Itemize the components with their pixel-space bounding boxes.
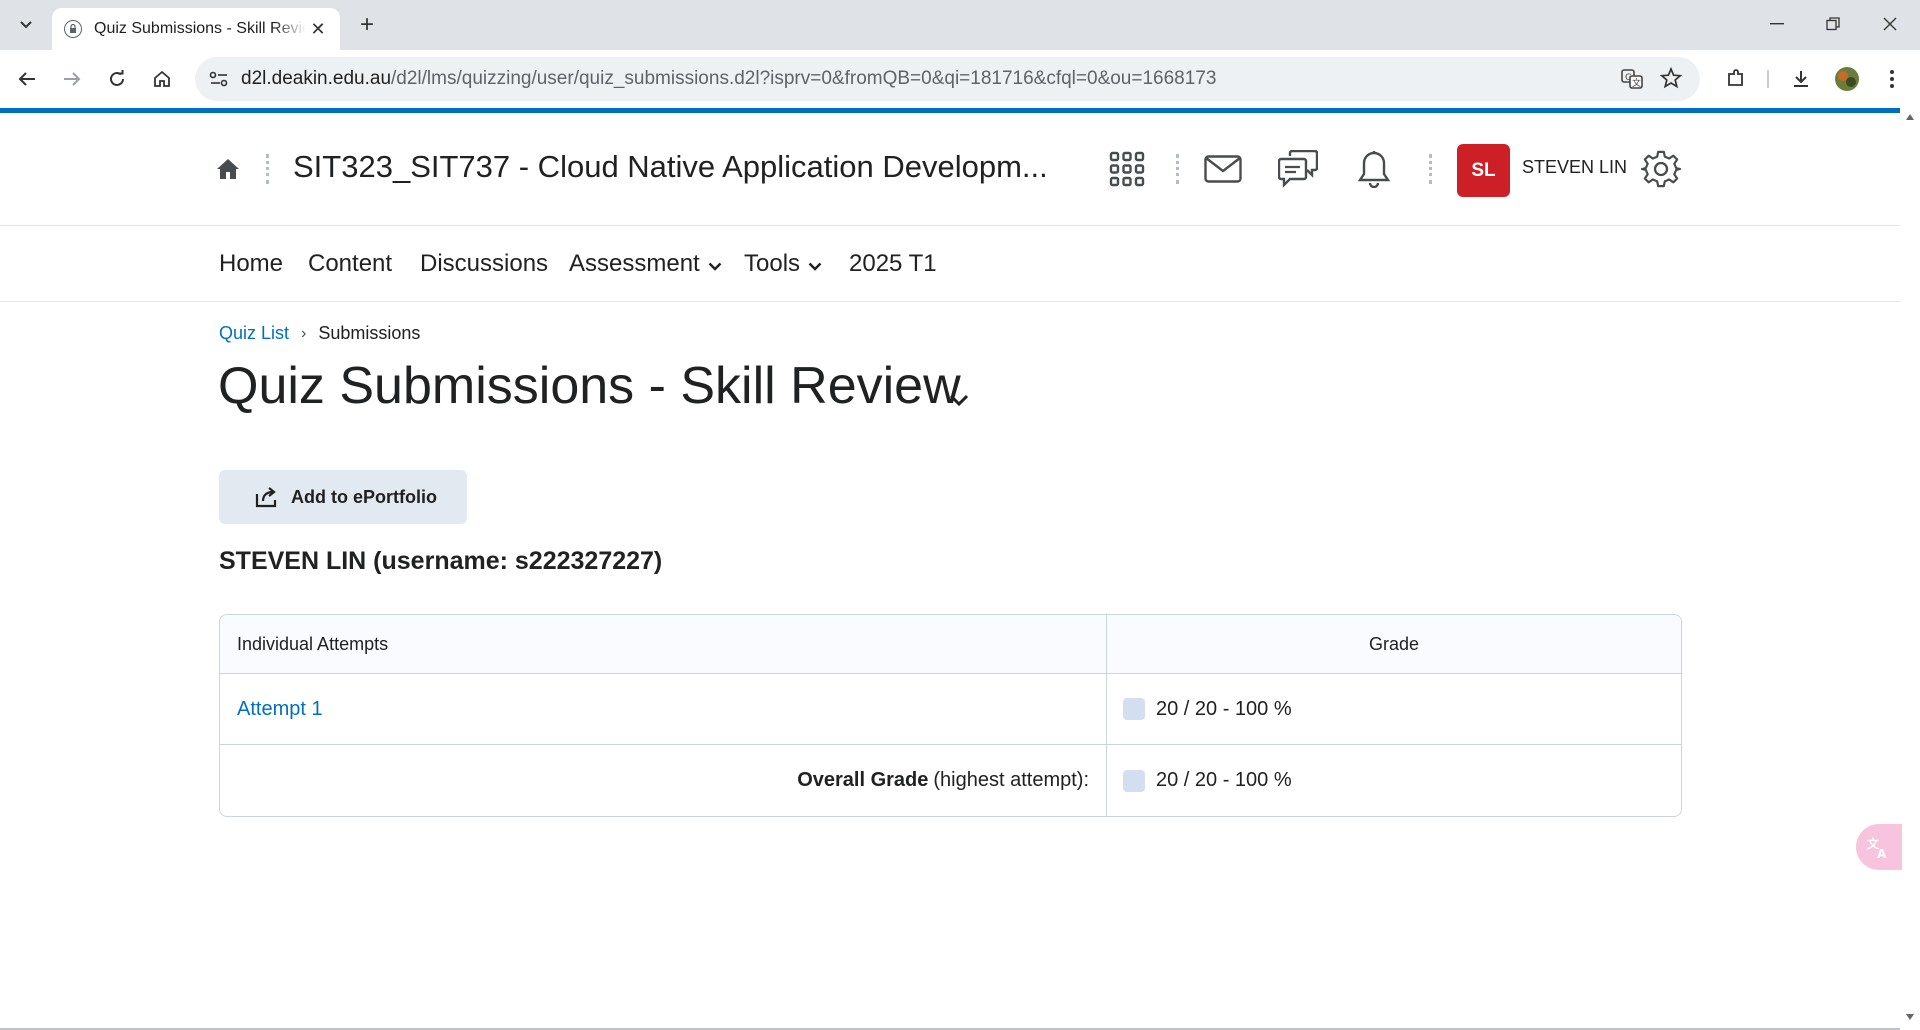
attempt-1-link[interactable]: Attempt 1 [237,698,323,721]
download-icon[interactable] [1785,63,1817,95]
profile-avatar-icon[interactable] [1831,63,1863,95]
page-scrollbar[interactable] [1900,108,1920,1030]
minimize-icon[interactable] [1757,8,1797,40]
forward-arrow-icon[interactable] [56,63,88,95]
translate-widget-icon[interactable]: 文A [1856,824,1902,870]
omnibox[interactable]: d2l.deakin.edu.au/d2l/lms/quizzing/user/… [195,57,1700,101]
nav-assessment[interactable]: Assessment [569,250,722,278]
course-title[interactable]: SIT323_SIT737 - Cloud Native Application… [293,149,1048,185]
eportfolio-label: Add to ePortfolio [291,486,437,507]
new-tab-plus-icon[interactable]: + [352,10,382,40]
reload-icon[interactable] [101,63,133,95]
chevron-down-icon [808,262,822,271]
browser-tab-bar: Quiz Submissions - Skill Review ✕ + [0,0,1920,50]
tab-favicon-icon [64,20,82,38]
nav-tools[interactable]: Tools [744,250,822,278]
header-divider [266,154,269,184]
grade-color-swatch [1123,698,1145,720]
scroll-up-arrow-icon[interactable] [1905,113,1915,121]
breadcrumb-current: Submissions [318,323,421,343]
table-row-overall: Overall Grade (highest attempt): 20 / 20… [220,745,1681,816]
nav-home[interactable]: Home [219,250,283,278]
home-icon[interactable] [216,158,240,185]
user-heading: STEVEN LIN (username: s222327227) [219,547,663,575]
site-info-icon[interactable] [209,70,229,93]
course-header: SIT323_SIT737 - Cloud Native Application… [0,113,1900,226]
grade-color-swatch [1123,769,1145,792]
nav-discussions[interactable]: Discussions [420,250,548,278]
back-arrow-icon[interactable] [11,63,43,95]
chevron-down-icon [708,262,722,271]
eportfolio-icon [255,487,277,508]
toolbar-divider [1767,70,1769,88]
column-header-attempts: Individual Attempts [220,615,1107,673]
settings-gear-icon[interactable] [1639,147,1683,191]
course-navbar: Home Content Discussions Assessment Tool… [0,226,1900,302]
avatar[interactable]: SL [1457,144,1510,197]
attempts-table: Individual Attempts Grade Attempt 1 20 /… [219,614,1682,817]
translate-page-icon[interactable]: G文 [1620,67,1644,96]
tab-close-icon[interactable]: ✕ [308,19,328,40]
message-envelope-icon[interactable] [1201,147,1245,191]
browser-tab-active[interactable]: Quiz Submissions - Skill Review ✕ [52,8,340,50]
breadcrumb-quiz-list-link[interactable]: Quiz List [219,323,289,344]
close-window-icon[interactable] [1870,8,1910,40]
scroll-down-arrow-icon[interactable] [1905,1013,1915,1021]
header-divider [1176,154,1179,184]
discussion-chat-icon[interactable] [1276,147,1320,191]
title-chevron-down-icon[interactable] [948,393,970,412]
url-text[interactable]: d2l.deakin.edu.au/d2l/lms/quizzing/user/… [241,57,1216,101]
column-header-grade: Grade [1368,633,1420,654]
bookmark-star-icon[interactable] [1659,66,1683,94]
breadcrumb-separator: › [301,324,307,342]
svg-text:A: A [1877,847,1887,859]
tab-title: Quiz Submissions - Skill Review [94,20,306,37]
attempt-grade: 20 / 20 - 100 % [1156,697,1292,720]
add-to-eportfolio-button[interactable]: Add to ePortfolio [219,470,467,524]
overall-grade-note: (highest attempt): [933,769,1089,791]
table-header-row: Individual Attempts Grade [220,615,1681,674]
user-name[interactable]: STEVEN LIN [1522,157,1627,178]
table-row: Attempt 1 20 / 20 - 100 % [220,674,1681,745]
course-selector-grid-icon[interactable] [1105,147,1149,191]
nav-content[interactable]: Content [308,250,392,278]
page-title: Quiz Submissions - Skill Review [218,357,961,415]
nav-term[interactable]: 2025 T1 [849,250,937,278]
breadcrumb: Quiz List › Submissions [219,323,420,344]
overall-grade-label: Overall Grade [797,769,929,791]
header-divider [1429,154,1432,184]
address-bar-row: d2l.deakin.edu.au/d2l/lms/quizzing/user/… [0,50,1920,108]
extensions-puzzle-icon[interactable] [1720,63,1752,95]
tab-search-icon[interactable] [10,9,42,41]
browser-menu-icon[interactable] [1876,63,1908,95]
restore-icon[interactable] [1813,8,1853,40]
home-browser-icon[interactable] [146,63,178,95]
notification-bell-icon[interactable] [1352,147,1396,191]
svg-text:文: 文 [1632,77,1641,89]
overall-grade: 20 / 20 - 100 % [1156,769,1292,791]
